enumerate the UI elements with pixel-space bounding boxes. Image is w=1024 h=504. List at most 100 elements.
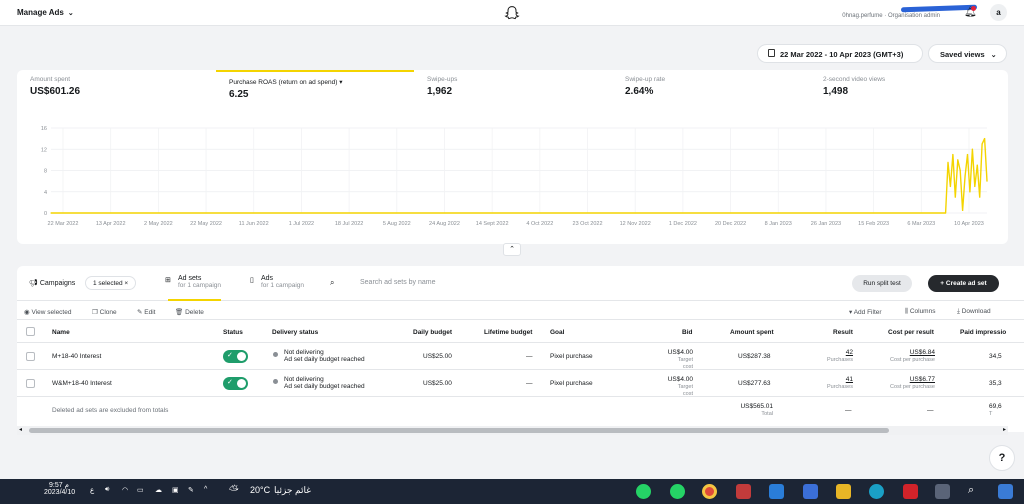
download-button[interactable]: ⤓ Download xyxy=(957,308,991,316)
column-header-goal[interactable]: Goal xyxy=(550,329,564,336)
caret-down-icon[interactable]: ▾ xyxy=(339,79,342,86)
scroll-right-icon[interactable]: ▸ xyxy=(1003,426,1006,433)
column-header-lifetime-budget[interactable]: Lifetime budget xyxy=(484,329,532,336)
column-header-name[interactable]: Name xyxy=(52,329,70,336)
series-line[interactable] xyxy=(51,137,988,214)
metric-video-views[interactable]: 2-second video views 1,498 xyxy=(810,70,1008,105)
data-point[interactable] xyxy=(966,153,969,156)
help-button[interactable]: ? xyxy=(989,445,1015,471)
avatar[interactable]: a xyxy=(990,4,1007,21)
date-range-button[interactable]: 22 Mar 2022 - 10 Apr 2023 (GMT+3) xyxy=(757,44,923,63)
data-point[interactable] xyxy=(974,185,976,188)
weather-temp[interactable]: 20°C xyxy=(250,485,270,495)
weather-desc[interactable]: غائم جزئيا xyxy=(274,485,311,496)
whatsapp-icon[interactable] xyxy=(636,484,651,499)
tab-ad-sets[interactable]: ⊞ Ad sets for 1 campaign xyxy=(165,275,221,301)
whatsapp-icon[interactable] xyxy=(670,484,685,499)
manage-ads-menu[interactable]: Manage Ads ⌄ xyxy=(17,8,74,17)
wifi-icon[interactable]: ◠ xyxy=(122,486,128,494)
columns-button[interactable]: ⫼ Columns xyxy=(905,308,935,316)
column-header-delivery[interactable]: Delivery status xyxy=(272,329,318,336)
tray-icon[interactable]: ▣ xyxy=(172,486,179,494)
app-icon[interactable] xyxy=(736,484,751,499)
clone-button[interactable]: ❐ Clone xyxy=(92,308,117,316)
view-selected-button[interactable]: ◉ View selected xyxy=(24,308,71,316)
data-point[interactable] xyxy=(964,175,966,177)
data-point[interactable] xyxy=(944,212,947,214)
battery-icon[interactable]: ▭ xyxy=(137,486,144,494)
column-header-status[interactable]: Status xyxy=(223,329,243,336)
column-header-result[interactable]: Result xyxy=(833,329,853,336)
pdf-icon[interactable] xyxy=(903,484,918,499)
clock[interactable]: 9:57 م 2023/4/10 xyxy=(44,481,75,496)
table-row[interactable]: M+18-40 Interest ✓ Not delivering Ad set … xyxy=(17,343,1024,370)
scrollbar-thumb[interactable] xyxy=(29,428,889,433)
metric-swipe-ups[interactable]: Swipe-ups 1,962 xyxy=(414,70,612,105)
metric-swipe-up-rate[interactable]: Swipe-up rate 2.64% xyxy=(612,70,810,105)
data-point[interactable] xyxy=(50,212,52,214)
data-point[interactable] xyxy=(983,138,986,140)
delete-button[interactable]: 🗑︎ Delete xyxy=(175,308,204,316)
ad-set-name[interactable]: W&M+18-40 Interest xyxy=(52,380,112,387)
column-header-bid[interactable]: Bid xyxy=(682,329,692,336)
data-point[interactable] xyxy=(979,196,981,198)
selected-filter-chip[interactable]: 1 selected × xyxy=(85,276,137,290)
data-point[interactable] xyxy=(959,169,961,172)
organisation-label[interactable]: 0hnag.perfume · Organisation admin xyxy=(842,13,940,19)
row-checkbox[interactable] xyxy=(26,379,35,388)
column-header-daily-budget[interactable]: Daily budget xyxy=(413,329,452,336)
cloud-icon[interactable]: ☁︎ xyxy=(155,486,162,494)
collapse-chart-button[interactable]: ⌃ xyxy=(503,243,521,256)
mail-icon[interactable] xyxy=(769,484,784,499)
row-checkbox[interactable] xyxy=(26,352,35,361)
windows-start-icon[interactable] xyxy=(998,484,1013,499)
data-point[interactable] xyxy=(952,153,954,156)
search-icon[interactable]: ⌕ xyxy=(968,484,974,497)
weather-icon[interactable]: ⛅︎ xyxy=(229,483,239,498)
chrome-icon[interactable] xyxy=(702,484,717,499)
data-point[interactable] xyxy=(976,164,978,166)
file-explorer-icon[interactable] xyxy=(836,484,851,499)
calculator-icon[interactable] xyxy=(935,484,950,499)
snapchat-ghost-icon[interactable] xyxy=(504,5,520,21)
data-point[interactable] xyxy=(954,196,956,198)
bid[interactable]: US$4.00 Target cost xyxy=(667,376,693,397)
status-toggle[interactable]: ✓ xyxy=(223,377,248,390)
metric-amount-spent[interactable]: Amount spent US$601.26 xyxy=(17,70,216,105)
daily-budget[interactable]: US$25.00 xyxy=(423,380,452,387)
data-point[interactable] xyxy=(969,191,971,193)
data-point[interactable] xyxy=(981,143,983,145)
scroll-left-icon[interactable]: ◂ xyxy=(19,426,22,433)
horizontal-scrollbar[interactable]: ◂ ▸ xyxy=(17,426,1008,435)
column-header-paid-impressions[interactable]: Paid impressio xyxy=(960,329,1006,336)
edit-button[interactable]: ✎ Edit xyxy=(137,308,155,316)
add-filter-button[interactable]: ▾ Add Filter xyxy=(849,308,882,316)
data-point[interactable] xyxy=(986,180,988,182)
saved-views-button[interactable]: Saved views ⌄ xyxy=(928,44,1007,63)
column-header-amount-spent[interactable]: Amount spent xyxy=(730,329,774,336)
speaker-icon[interactable]: 🔊︎ xyxy=(105,486,109,494)
data-point[interactable] xyxy=(947,161,949,164)
daily-budget[interactable]: US$25.00 xyxy=(423,353,452,360)
data-point[interactable] xyxy=(962,209,964,211)
language-indicator[interactable]: ع xyxy=(90,486,94,494)
data-point[interactable] xyxy=(971,148,973,150)
metric-purchase-roas[interactable]: Purchase ROAS (return on ad spend) ▾ 6.2… xyxy=(216,70,414,105)
run-split-test-button[interactable]: Run split test xyxy=(852,275,912,292)
table-row[interactable]: W&M+18-40 Interest ✓ Not delivering Ad se… xyxy=(17,370,1024,397)
edge-icon[interactable] xyxy=(869,484,884,499)
select-all-checkbox[interactable] xyxy=(26,327,35,336)
data-point[interactable] xyxy=(957,159,959,161)
ad-set-name[interactable]: M+18-40 Interest xyxy=(52,353,101,360)
chevron-up-icon[interactable]: ^ xyxy=(204,486,207,493)
store-icon[interactable] xyxy=(803,484,818,499)
tab-ads[interactable]: ▯ Ads for 1 campaign xyxy=(250,275,304,289)
pen-icon[interactable]: ✎ xyxy=(188,486,194,494)
create-ad-set-button[interactable]: + Create ad set xyxy=(928,275,999,292)
bid[interactable]: US$4.00 Target cost xyxy=(667,349,693,370)
status-toggle[interactable]: ✓ xyxy=(223,350,248,363)
tab-campaigns[interactable]: 📢︎ Campaigns xyxy=(29,279,75,287)
data-point[interactable] xyxy=(949,185,952,188)
column-header-cost-per-result[interactable]: Cost per result xyxy=(888,329,934,336)
search-input[interactable]: Search ad sets by name xyxy=(360,279,436,286)
